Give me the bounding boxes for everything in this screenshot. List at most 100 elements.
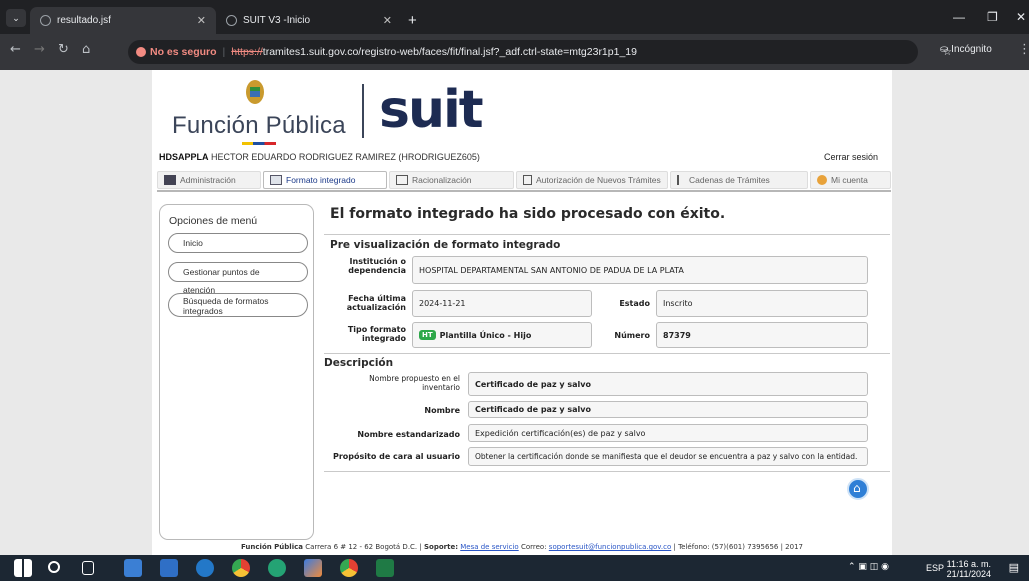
main-tabs: Administración Formato integrado Raciona… <box>157 170 891 192</box>
brand-divider <box>362 84 364 138</box>
incognito-icon: ⛀ <box>940 44 952 55</box>
task-view-icon[interactable] <box>82 561 94 575</box>
home-button[interactable]: ⌂ <box>847 478 869 500</box>
security-label[interactable]: No es seguro <box>150 46 217 58</box>
tab-racionalizacion[interactable]: Racionalización <box>389 171 514 189</box>
new-tab-button[interactable]: + <box>408 7 417 34</box>
menu-title: Opciones de menú <box>169 215 258 227</box>
chrome-icon[interactable] <box>232 559 250 577</box>
page-background: Función Pública suit HDSAPPLA HECTOR EDU… <box>0 70 1029 555</box>
checkbox-icon <box>523 175 532 185</box>
copilot-icon[interactable] <box>304 559 322 577</box>
windows-start-icon[interactable] <box>14 559 32 577</box>
users-icon <box>164 175 176 185</box>
tab-title: resultado.jsf <box>57 15 111 26</box>
home-icon: ⌂ <box>853 481 861 495</box>
star-icon <box>817 175 827 185</box>
standard-name-field: Expedición certificación(es) de paz y sa… <box>468 424 868 442</box>
globe-icon <box>40 15 51 26</box>
url-text: tramites1.suit.gov.co/registro-web/faces… <box>262 46 637 58</box>
mail-link[interactable]: soportesuit@funcionpublica.gov.co <box>549 543 671 551</box>
notifications-icon[interactable]: ▤ <box>1009 561 1019 574</box>
minimize-icon[interactable]: — <box>953 10 965 24</box>
search-icon[interactable] <box>48 561 60 573</box>
language-indicator[interactable]: ESP <box>926 563 944 573</box>
browser-tab-strip: ⌄ resultado.jsf ✕ SUIT V3 -Inicio ✕ + — … <box>0 0 1029 34</box>
site-footer: Función Pública Carrera 6 # 12 - 62 Bogo… <box>241 543 803 551</box>
tab-search-button[interactable]: ⌄ <box>6 9 26 27</box>
date-label: Fecha última actualización <box>346 294 406 312</box>
tab-administracion[interactable]: Administración <box>157 171 261 189</box>
divider <box>324 234 890 235</box>
excel-icon[interactable] <box>376 559 394 577</box>
tab-mi-cuenta[interactable]: Mi cuenta <box>810 171 891 189</box>
reload-icon[interactable]: ↻ <box>58 42 69 57</box>
product-logo: suit <box>379 80 484 140</box>
ht-badge: HT <box>419 330 436 340</box>
onedrive-icon[interactable] <box>196 559 214 577</box>
menu-icon[interactable]: ⋮ <box>1018 42 1029 57</box>
file-explorer-icon[interactable] <box>124 559 142 577</box>
system-tray-icons[interactable]: ⌃ ▣ ◫ ◉ <box>848 562 889 572</box>
number-field: 87379 <box>656 322 868 348</box>
date-field: 2024-11-21 <box>412 290 592 317</box>
side-menu: Opciones de menú Inicio Gestionar puntos… <box>159 204 314 540</box>
description-heading: Descripción <box>324 357 394 369</box>
taskbar: ⌃ ▣ ◫ ◉ ESP 11:16 a. m. 21/11/2024 ▤ <box>0 555 1029 581</box>
restore-icon[interactable]: ❐ <box>987 10 998 24</box>
url-bar[interactable]: No es seguro | https:// tramites1.suit.g… <box>128 40 952 64</box>
purpose-field: Obtener la certificación donde se manifi… <box>468 447 868 466</box>
browser-tab-suit[interactable]: SUIT V3 -Inicio ✕ <box>216 7 402 34</box>
menu-item-busqueda[interactable]: Búsqueda de formatos integrados <box>168 293 308 317</box>
tab-formato-integrado[interactable]: Formato integrado <box>263 171 387 189</box>
forward-icon[interactable]: → <box>34 42 45 57</box>
chrome-icon[interactable] <box>340 559 358 577</box>
name-field: Certificado de paz y salvo <box>468 401 868 418</box>
divider <box>324 471 890 472</box>
tab-autorizacion[interactable]: Autorización de Nuevos Trámites <box>516 171 668 189</box>
incognito-badge[interactable]: ⛀ Incógnito <box>940 44 992 55</box>
standard-name-label: Nombre estandarizado <box>357 430 460 439</box>
app-canvas: Función Pública suit HDSAPPLA HECTOR EDU… <box>152 70 892 555</box>
chain-icon <box>677 175 685 185</box>
close-tab-icon[interactable]: ✕ <box>197 14 206 27</box>
number-label: Número <box>614 331 650 340</box>
coat-of-arms-icon <box>246 80 264 104</box>
menu-item-inicio[interactable]: Inicio <box>168 233 308 253</box>
purpose-label: Propósito de cara al usuario <box>332 452 460 461</box>
calculator-icon[interactable] <box>160 559 178 577</box>
type-field: HT Plantilla Único - Hijo <box>412 322 592 348</box>
url-scheme: https:// <box>231 46 263 58</box>
status-field: Inscrito <box>656 290 868 317</box>
close-window-icon[interactable]: ✕ <box>1016 10 1026 24</box>
document-icon <box>270 175 282 185</box>
tab-cadenas[interactable]: Cadenas de Trámites <box>670 171 808 189</box>
user-bar: HDSAPPLA HECTOR EDUARDO RODRIGUEZ RAMIRE… <box>159 152 889 168</box>
back-icon[interactable]: ← <box>10 42 21 57</box>
home-icon[interactable]: ⌂ <box>82 42 90 57</box>
edit-icon <box>396 175 408 185</box>
site-header: Función Pública suit <box>152 70 892 148</box>
user-name: HECTOR EDUARDO RODRIGUEZ RAMIREZ (HRODRI… <box>211 152 480 162</box>
proposed-label: Nombre propuesto en el inventario <box>369 374 460 392</box>
type-label: Tipo formato integrado <box>347 325 406 343</box>
status-label: Estado <box>619 299 650 308</box>
divider <box>324 353 890 354</box>
name-label: Nombre <box>424 406 460 415</box>
app-icon[interactable] <box>268 559 286 577</box>
warning-icon <box>136 47 146 57</box>
logout-link[interactable]: Cerrar sesión <box>824 152 878 162</box>
globe-icon <box>226 15 237 26</box>
browser-tab-resultado[interactable]: resultado.jsf ✕ <box>30 7 216 34</box>
close-tab-icon[interactable]: ✕ <box>383 14 392 27</box>
page-title: El formato integrado ha sido procesado c… <box>330 206 726 222</box>
tab-title: SUIT V3 -Inicio <box>243 15 311 26</box>
support-link[interactable]: Mesa de servicio <box>460 543 518 551</box>
menu-item-gestionar[interactable]: Gestionar puntos de atención <box>168 262 308 295</box>
institution-field: HOSPITAL DEPARTAMENTAL SAN ANTONIO DE PA… <box>412 256 868 284</box>
clock[interactable]: 11:16 a. m. 21/11/2024 <box>947 559 991 579</box>
proposed-field: Certificado de paz y salvo <box>468 372 868 396</box>
user-code: HDSAPPLA <box>159 152 209 162</box>
preview-heading: Pre visualización de formato integrado <box>330 239 561 251</box>
brand-underline <box>242 142 276 145</box>
